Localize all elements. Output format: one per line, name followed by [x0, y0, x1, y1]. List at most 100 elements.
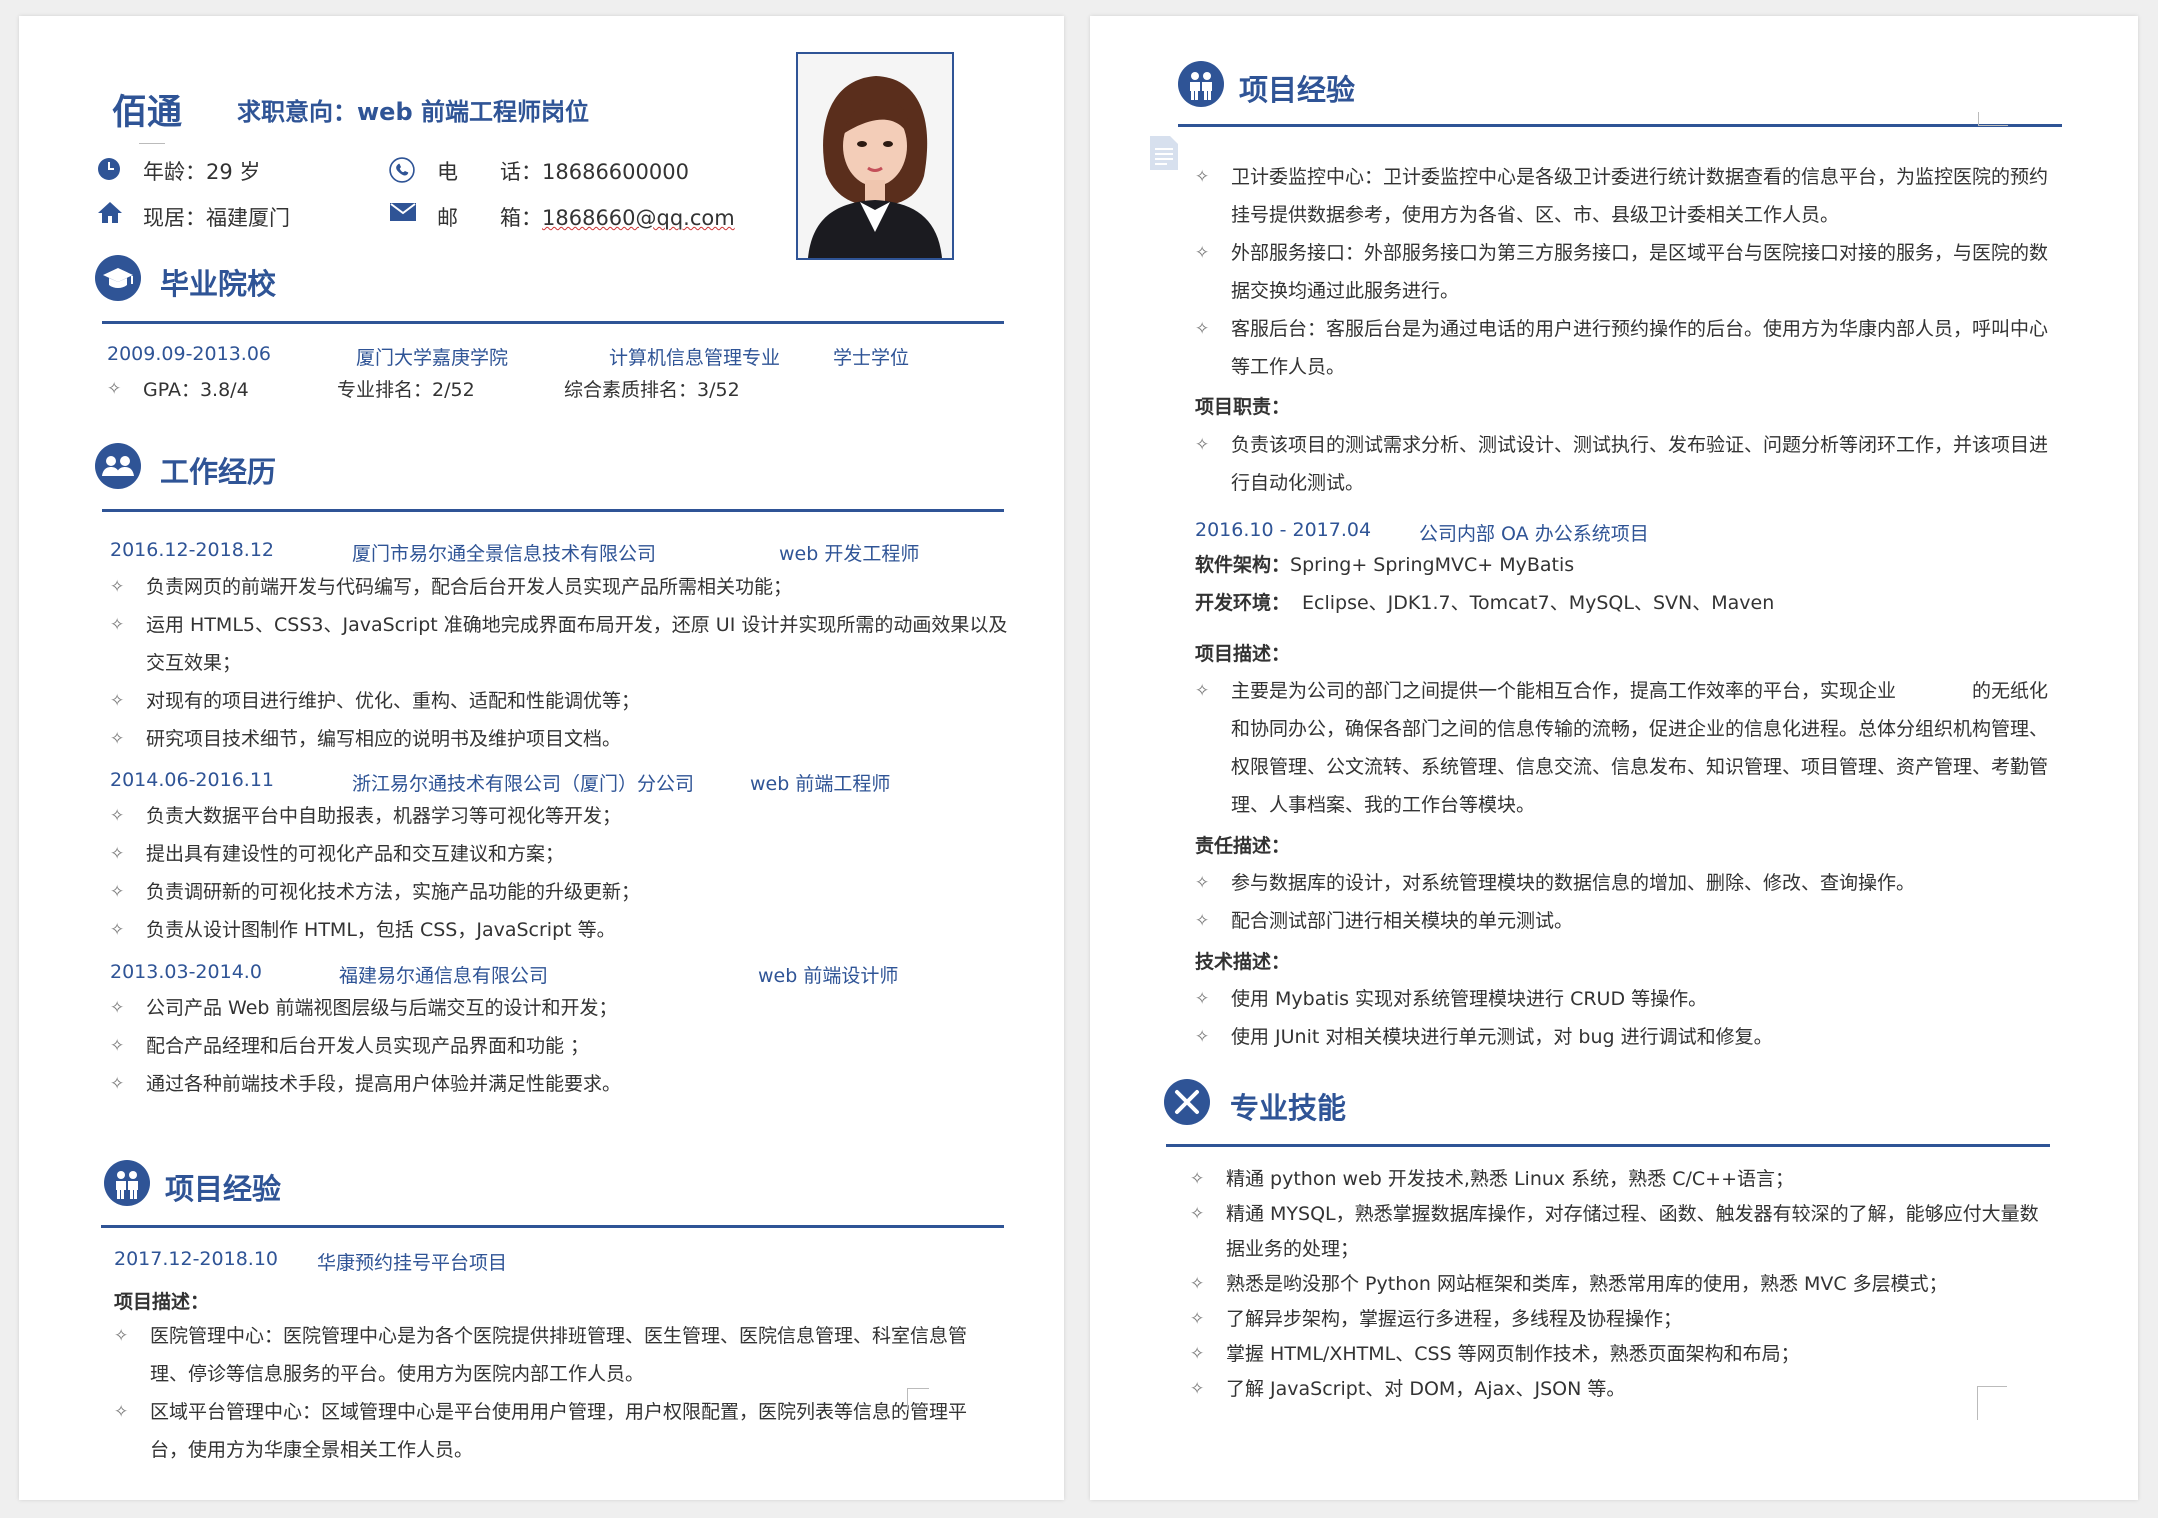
job-bullets: 公司产品 Web 前端视图层级与后端交互的设计和开发； 配合产品经理和后台开发人…: [110, 989, 1010, 1103]
margin-mark: [1977, 1386, 2007, 1420]
project-period: 2017.12-2018.10: [114, 1248, 278, 1270]
project-duty: 负责该项目的测试需求分析、测试设计、测试执行、发布验证、问题分析等闭环工作，并该…: [1195, 426, 2057, 502]
project-arch-label: 软件架构：: [1195, 554, 1291, 576]
section-divider: [102, 321, 1004, 324]
project-bullets: 卫计委监控中心：卫计委监控中心是各级卫计委进行统计数据查看的信息平台，为监控医院…: [1195, 158, 2057, 386]
job-intent: 求职意向：web 前端工程师岗位: [237, 98, 589, 126]
project-desc-label: 项目描述：: [1195, 643, 1291, 665]
list-item: 通过各种前端技术手段，提高用户体验并满足性能要求。: [110, 1065, 1010, 1103]
margin-mark: [907, 1388, 929, 1410]
resume-page-left: 佰通 求职意向：web 前端工程师岗位 年龄：29 岁 电 话：18686600…: [19, 16, 1064, 1500]
list-item: 客服后台：客服后台是为通过电话的用户进行预约操作的后台。使用方为华康内部人员，呼…: [1195, 310, 2057, 386]
tools-icon: [1164, 1079, 1210, 1125]
edu-overall-rank: 综合素质排名：3/52: [564, 379, 740, 401]
list-item: 使用 Mybatis 实现对系统管理模块进行 CRUD 等操作。: [1195, 980, 2057, 1018]
list-item: 医院管理中心：医院管理中心是为各个医院提供排班管理、医生管理、医院信息管理、科室…: [114, 1317, 970, 1393]
list-item: 负责从设计图制作 HTML，包括 CSS，JavaScript 等。: [110, 911, 1010, 949]
list-item: 熟悉是哟没那个 Python 网站框架和类库，熟悉常用库的使用，熟悉 MVC 多…: [1190, 1267, 2052, 1302]
edu-school: 厦门大学嘉庚学院: [356, 347, 509, 369]
residence-label: 现居：: [143, 206, 206, 230]
list-item: 精通 MYSQL，熟悉掌握数据库操作，对存储过程、函数、触发器有较深的了解，能够…: [1190, 1197, 2052, 1267]
team-icon: [95, 443, 141, 489]
job-bullets: 负责大数据平台中自助报表，机器学习等可视化等开发； 提出具有建设性的可视化产品和…: [110, 797, 1010, 949]
job-period: 2013.03-2014.0: [110, 961, 262, 983]
project-duty: 参与数据库的设计，对系统管理模块的数据信息的增加、删除、修改、查询操作。 配合测…: [1195, 864, 2057, 940]
graduation-cap-icon: [95, 255, 141, 301]
list-item: 运用 HTML5、CSS3、JavaScript 准确地完成界面布局开发，还原 …: [110, 606, 1010, 682]
section-divider: [1166, 1144, 2050, 1147]
list-item: 掌握 HTML/XHTML、CSS 等网页制作技术，熟悉页面架构和布局；: [1190, 1337, 2052, 1372]
margin-mark: [139, 124, 165, 144]
list-item: 研究项目技术细节，编写相应的说明书及维护项目文档。: [110, 720, 1010, 758]
phone-value: 18686600000: [542, 160, 689, 184]
job-bullets: 负责网页的前端开发与代码编写，配合后台开发人员实现产品所需相关功能； 运用 HT…: [110, 568, 1010, 758]
list-item: 主要是为公司的部门之间提供一个能相互合作，提高工作效率的平台，实现企业 的无纸化…: [1195, 672, 2057, 824]
project-tech: 使用 Mybatis 实现对系统管理模块进行 CRUD 等操作。 使用 JUni…: [1195, 980, 2057, 1056]
job-company: 福建易尔通信息有限公司: [339, 965, 549, 987]
section-title-skills: 专业技能: [1230, 1091, 1347, 1125]
project-desc-label: 项目描述：: [114, 1291, 210, 1313]
project-tech-label: 技术描述：: [1195, 951, 1291, 973]
section-title-projects: 项目经验: [165, 1172, 282, 1206]
list-item: 提出具有建设性的可视化产品和交互建议和方案；: [110, 835, 1010, 873]
phone-icon: [389, 157, 415, 187]
section-divider: [102, 509, 1004, 512]
list-item: 使用 JUnit 对相关模块进行单元测试，对 bug 进行调试和修复。: [1195, 1018, 2057, 1056]
list-item: 负责大数据平台中自助报表，机器学习等可视化等开发；: [110, 797, 1010, 835]
clock-icon: [97, 157, 121, 185]
job-period: 2016.12-2018.12: [110, 539, 274, 561]
section-divider: [1178, 124, 2062, 127]
section-title-education: 毕业院校: [160, 267, 277, 301]
job-company: 浙江易尔通技术有限公司（厦门）分公司: [352, 773, 695, 795]
age-label: 年龄：: [143, 160, 206, 184]
job-role: web 开发工程师: [779, 543, 920, 565]
list-item: 负责该项目的测试需求分析、测试设计、测试执行、发布验证、问题分析等闭环工作，并该…: [1195, 426, 2057, 502]
list-item: 配合产品经理和后台开发人员实现产品界面和功能 ；: [110, 1027, 1010, 1065]
age-value: 29 岁: [206, 160, 261, 184]
bullet-icon: ✧: [107, 379, 122, 399]
project-name: 公司内部 OA 办公系统项目: [1419, 523, 1649, 545]
people-icon: [1178, 61, 1224, 107]
list-item: 了解异步架构，掌握运行多进程，多线程及协程操作；: [1190, 1302, 2052, 1337]
section-divider: [101, 1225, 1004, 1228]
edu-degree: 学士学位: [833, 347, 910, 369]
people-icon: [104, 1160, 150, 1206]
edu-major-rank: 专业排名：2/52: [337, 379, 475, 401]
email-label: 邮 箱：: [437, 206, 542, 230]
project-name: 华康预约挂号平台项目: [317, 1252, 508, 1274]
list-item: 精通 python web 开发技术,熟悉 Linux 系统，熟悉 C/C++语…: [1190, 1162, 2052, 1197]
project-desc: 主要是为公司的部门之间提供一个能相互合作，提高工作效率的平台，实现企业 的无纸化…: [1195, 672, 2057, 824]
skills-list: 精通 python web 开发技术,熟悉 Linux 系统，熟悉 C/C++语…: [1190, 1162, 2052, 1407]
home-icon: [97, 200, 123, 228]
list-item: 卫计委监控中心：卫计委监控中心是各级卫计委进行统计数据查看的信息平台，为监控医院…: [1195, 158, 2057, 234]
project-env-label: 开发环境：: [1195, 592, 1291, 614]
list-item: 负责网页的前端开发与代码编写，配合后台开发人员实现产品所需相关功能；: [110, 568, 1010, 606]
list-item: 配合测试部门进行相关模块的单元测试。: [1195, 902, 2057, 940]
project-arch: Spring+ SpringMVC+ MyBatis: [1290, 554, 1575, 576]
list-item: 负责调研新的可视化技术方法，实施产品功能的升级更新；: [110, 873, 1010, 911]
list-item: 参与数据库的设计，对系统管理模块的数据信息的增加、删除、修改、查询操作。: [1195, 864, 2057, 902]
margin-mark: [1978, 112, 2008, 126]
project-duty-label: 责任描述：: [1195, 835, 1291, 857]
list-item: 公司产品 Web 前端视图层级与后端交互的设计和开发；: [110, 989, 1010, 1027]
email-value[interactable]: 1868660@qq.com: [542, 206, 735, 230]
list-item: 了解 JavaScript、对 DOM，Ajax、JSON 等。: [1190, 1372, 2052, 1407]
phone-label: 电 话：: [437, 160, 542, 184]
project-period: 2016.10 - 2017.04: [1195, 519, 1372, 541]
resume-page-right: 项目经验 卫计委监控中心：卫计委监控中心是各级卫计委进行统计数据查看的信息平台，…: [1090, 16, 2138, 1500]
list-item: 区域平台管理中心：区域管理中心是平台使用用户管理，用户权限配置，医院列表等信息的…: [114, 1393, 970, 1469]
section-title-projects: 项目经验: [1239, 73, 1356, 107]
edu-major: 计算机信息管理专业: [609, 347, 781, 369]
job-period: 2014.06-2016.11: [110, 769, 274, 791]
mail-icon: [390, 203, 416, 225]
job-role: web 前端工程师: [750, 773, 891, 795]
project-env: Eclipse、JDK1.7、Tomcat7、MySQL、SVN、Maven: [1302, 592, 1775, 614]
edu-gpa: GPA：3.8/4: [143, 379, 249, 401]
job-role: web 前端设计师: [758, 965, 899, 987]
edu-period: 2009.09-2013.06: [107, 343, 271, 365]
residence-value: 福建厦门: [206, 206, 290, 230]
section-title-work: 工作经历: [160, 455, 277, 489]
project-duty-label: 项目职责：: [1195, 396, 1291, 418]
profile-photo: [796, 52, 954, 260]
list-item: 对现有的项目进行维护、优化、重构、适配和性能调优等；: [110, 682, 1010, 720]
